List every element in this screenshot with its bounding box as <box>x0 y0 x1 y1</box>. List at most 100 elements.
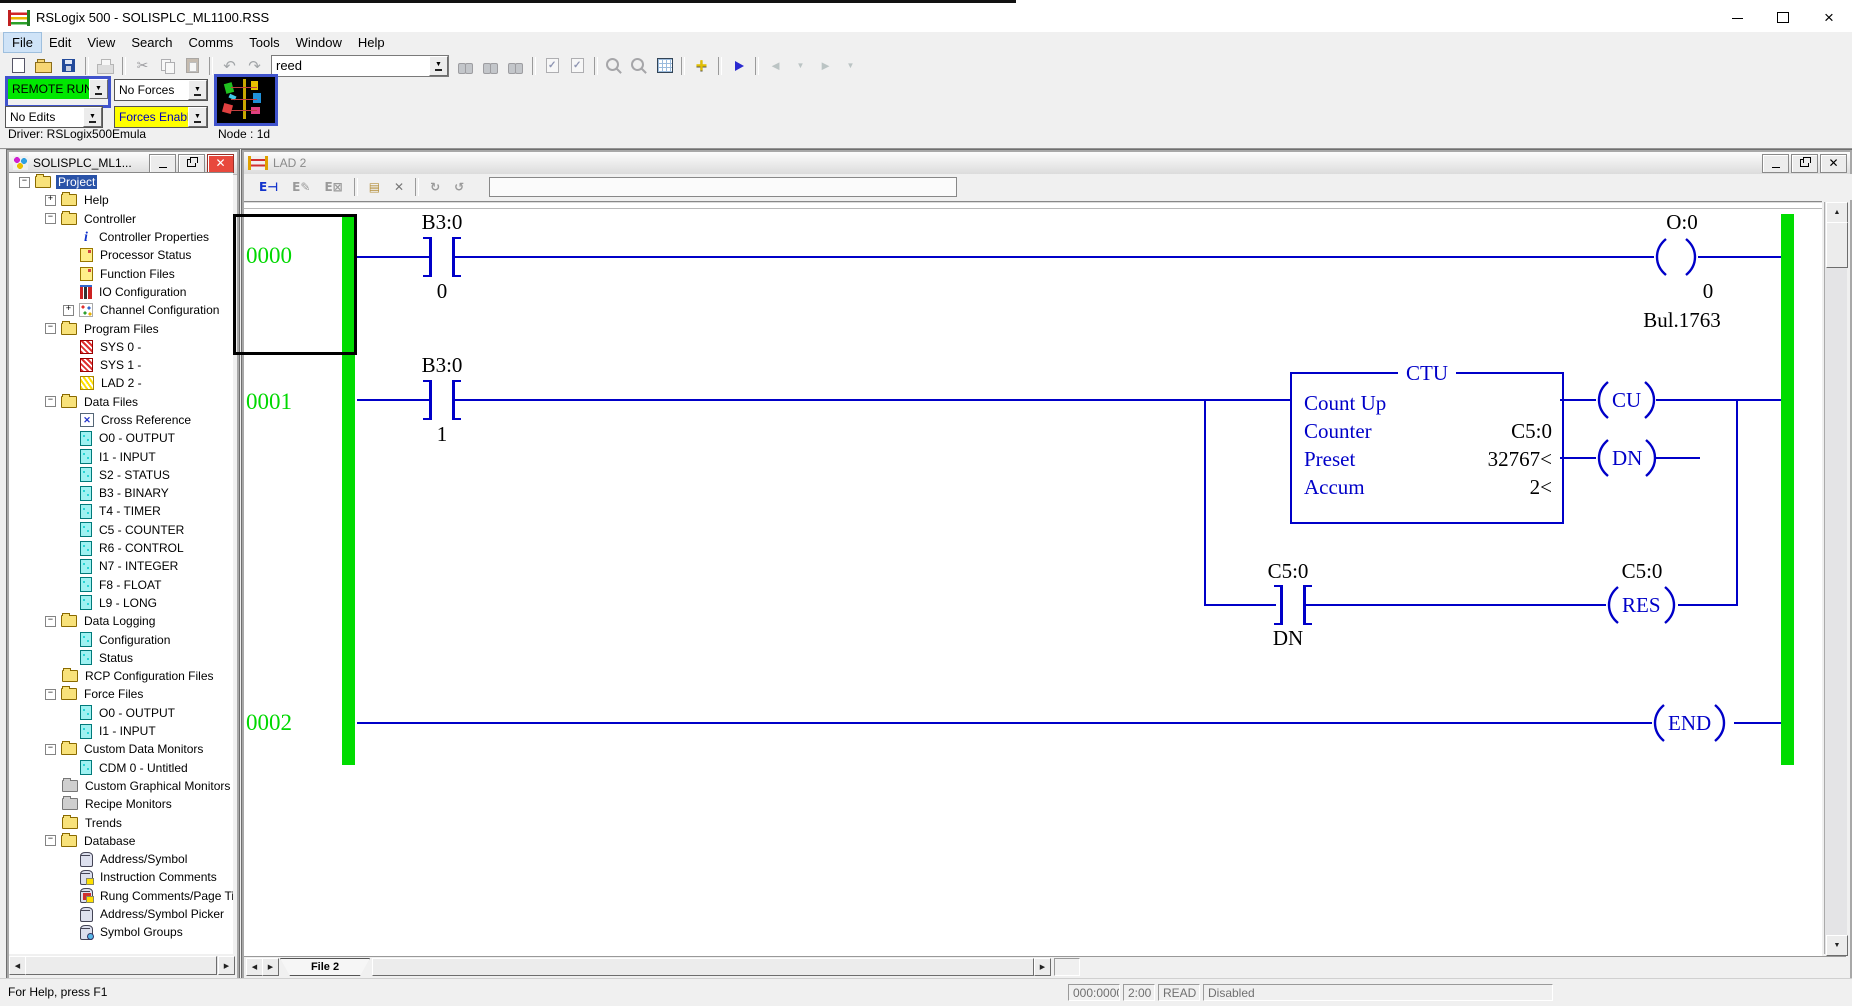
edit-rung-button[interactable]: E⊣ <box>259 180 278 194</box>
res-coil[interactable]: RES <box>1604 583 1679 627</box>
new-component-button[interactable] <box>689 55 714 76</box>
tab-scroll-right-button[interactable]: ▶ <box>262 958 279 976</box>
new-file-button[interactable] <box>6 55 31 76</box>
tree-item-l9-long[interactable]: L9 - LONG <box>9 594 233 612</box>
edit-rung-pencil-button[interactable]: E✎ <box>292 180 310 194</box>
navigate-forward-button[interactable]: ► <box>813 55 838 76</box>
tree-item-t4-timer[interactable]: T4 - TIMER <box>9 502 233 520</box>
ctu-counter-value[interactable]: C5:0 <box>1511 419 1552 444</box>
tree-item-configuration[interactable]: Configuration <box>9 630 233 648</box>
tree-item-data-files[interactable]: Data Files <box>9 393 233 411</box>
tree-item-lad2[interactable]: LAD 2 - <box>9 374 233 392</box>
redo-button[interactable] <box>242 55 267 76</box>
collapse-icon[interactable] <box>45 689 56 700</box>
collapse-icon[interactable] <box>45 835 56 846</box>
collapse-icon[interactable] <box>45 396 56 407</box>
tree-item-custom-data-monitors[interactable]: Custom Data Monitors <box>9 740 233 758</box>
search-combobox-value[interactable]: reed <box>272 58 429 73</box>
rung-number-0002[interactable]: 0002 <box>246 710 292 736</box>
tree-item-recipe-monitors[interactable]: Recipe Monitors <box>9 795 233 813</box>
xic-contact-bar[interactable] <box>452 237 461 277</box>
collapse-icon[interactable] <box>45 213 56 224</box>
collapse-icon[interactable] <box>45 323 56 334</box>
menu-file[interactable]: File <box>4 33 41 52</box>
edits-dropdown-button[interactable] <box>83 107 102 127</box>
back-history-dropdown[interactable]: ▼ <box>788 55 813 76</box>
ctu-accum-value[interactable]: 2< <box>1530 475 1552 500</box>
tree-item-status[interactable]: Status <box>9 649 233 667</box>
xic-contact-bar[interactable] <box>1303 585 1312 625</box>
edits-status-combo[interactable]: No Edits <box>5 106 103 128</box>
ladder-vertical-scrollbar[interactable]: ▲ ▼ <box>1824 202 1847 954</box>
tree-item-sys1[interactable]: SYS 1 - <box>9 356 233 374</box>
tree-item-custom-graphical-monitors[interactable]: Custom Graphical Monitors <box>9 777 233 795</box>
lad2-minimize-button[interactable] <box>1762 154 1789 173</box>
rung-selection-box[interactable] <box>233 214 357 355</box>
redo-rotate-button[interactable]: ↻ <box>430 180 440 194</box>
tree-item-instruction-comments[interactable]: Instruction Comments <box>9 868 233 886</box>
replace-button[interactable] <box>503 55 528 76</box>
scroll-right-button[interactable]: ▶ <box>1034 958 1051 976</box>
forces-enabled-combo[interactable]: Forces Enabled <box>114 106 208 128</box>
ctu-instruction-block[interactable]: CTU Count Up Counter C5:0 Preset 32767< … <box>1290 372 1564 524</box>
scroll-right-button[interactable]: ▶ <box>218 956 235 975</box>
tree-restore-button[interactable] <box>178 154 205 173</box>
expand-icon[interactable] <box>63 305 74 316</box>
tree-item-c5-counter[interactable]: C5 - COUNTER <box>9 521 233 539</box>
tree-item-channel-configuration[interactable]: Channel Configuration <box>9 301 233 319</box>
menu-comms[interactable]: Comms <box>181 33 242 52</box>
tree-item-o0-output[interactable]: O0 - OUTPUT <box>9 429 233 447</box>
tree-item-function-files[interactable]: Function Files <box>9 264 233 282</box>
contact-address[interactable]: B3:0 <box>382 353 502 378</box>
scroll-down-button[interactable]: ▼ <box>1826 935 1848 956</box>
zoom-out-button[interactable] <box>627 55 652 76</box>
tree-item-io-configuration[interactable]: IO Configuration <box>9 283 233 301</box>
scrollbar-thumb[interactable] <box>25 956 217 975</box>
copy-button[interactable] <box>155 55 180 76</box>
xic-contact-bar[interactable] <box>423 380 432 420</box>
tree-item-address-symbol-picker[interactable]: Address/Symbol Picker <box>9 905 233 923</box>
tree-item-cross-reference[interactable]: Cross Reference <box>9 411 233 429</box>
lad2-close-button[interactable]: ✕ <box>1820 154 1847 173</box>
undo-rotate-button[interactable]: ↺ <box>454 180 464 194</box>
tree-item-address-symbol[interactable]: Address/Symbol <box>9 850 233 868</box>
verify-file-button[interactable] <box>540 55 565 76</box>
tree-item-f8-float[interactable]: F8 - FLOAT <box>9 576 233 594</box>
tree-item-processor-status[interactable]: Processor Status <box>9 246 233 264</box>
tree-item-force-o0-output[interactable]: O0 - OUTPUT <box>9 704 233 722</box>
forces-status-combo[interactable]: No Forces <box>114 79 208 101</box>
forward-history-dropdown[interactable]: ▼ <box>838 55 863 76</box>
rung-number-0001[interactable]: 0001 <box>246 389 292 415</box>
scroll-left-button[interactable]: ◀ <box>9 956 26 975</box>
menu-search[interactable]: Search <box>123 33 180 52</box>
tree-item-b3-binary[interactable]: B3 - BINARY <box>9 484 233 502</box>
print-button[interactable] <box>93 55 118 76</box>
find-next-button[interactable] <box>478 55 503 76</box>
tree-item-s2-status[interactable]: S2 - STATUS <box>9 466 233 484</box>
collapse-icon[interactable] <box>45 616 56 627</box>
scrollbar-thumb[interactable] <box>1826 222 1848 268</box>
navigate-back-button[interactable]: ◄ <box>763 55 788 76</box>
save-button[interactable] <box>56 55 81 76</box>
search-combobox[interactable]: reed <box>271 55 449 77</box>
tree-close-button[interactable]: ✕ <box>207 154 234 173</box>
lad2-restore-button[interactable] <box>1791 154 1818 173</box>
expand-icon[interactable] <box>45 195 56 206</box>
forces-dropdown-button[interactable] <box>188 80 207 100</box>
cancel-rung-edit-button[interactable]: E⊠ <box>324 180 342 194</box>
tree-item-database[interactable]: Database <box>9 832 233 850</box>
coil-address[interactable]: O:0 <box>1622 210 1742 235</box>
branch-contact-address[interactable]: C5:0 <box>1228 559 1348 584</box>
xic-contact-bar[interactable] <box>1274 585 1283 625</box>
res-coil-address[interactable]: C5:0 <box>1582 559 1702 584</box>
tree-item-symbol-groups[interactable]: Symbol Groups <box>9 923 233 941</box>
scroll-up-button[interactable]: ▲ <box>1826 202 1848 223</box>
tree-item-program-files[interactable]: Program Files <box>9 319 233 337</box>
ctu-preset-value[interactable]: 32767< <box>1488 447 1552 472</box>
undo-button[interactable] <box>217 55 242 76</box>
tree-item-controller-properties[interactable]: Controller Properties <box>9 228 233 246</box>
tree-item-help[interactable]: Help <box>9 191 233 209</box>
tree-horizontal-scrollbar[interactable]: ◀ ▶ <box>9 956 233 973</box>
find-button[interactable] <box>453 55 478 76</box>
close-button[interactable]: × <box>1806 3 1852 32</box>
